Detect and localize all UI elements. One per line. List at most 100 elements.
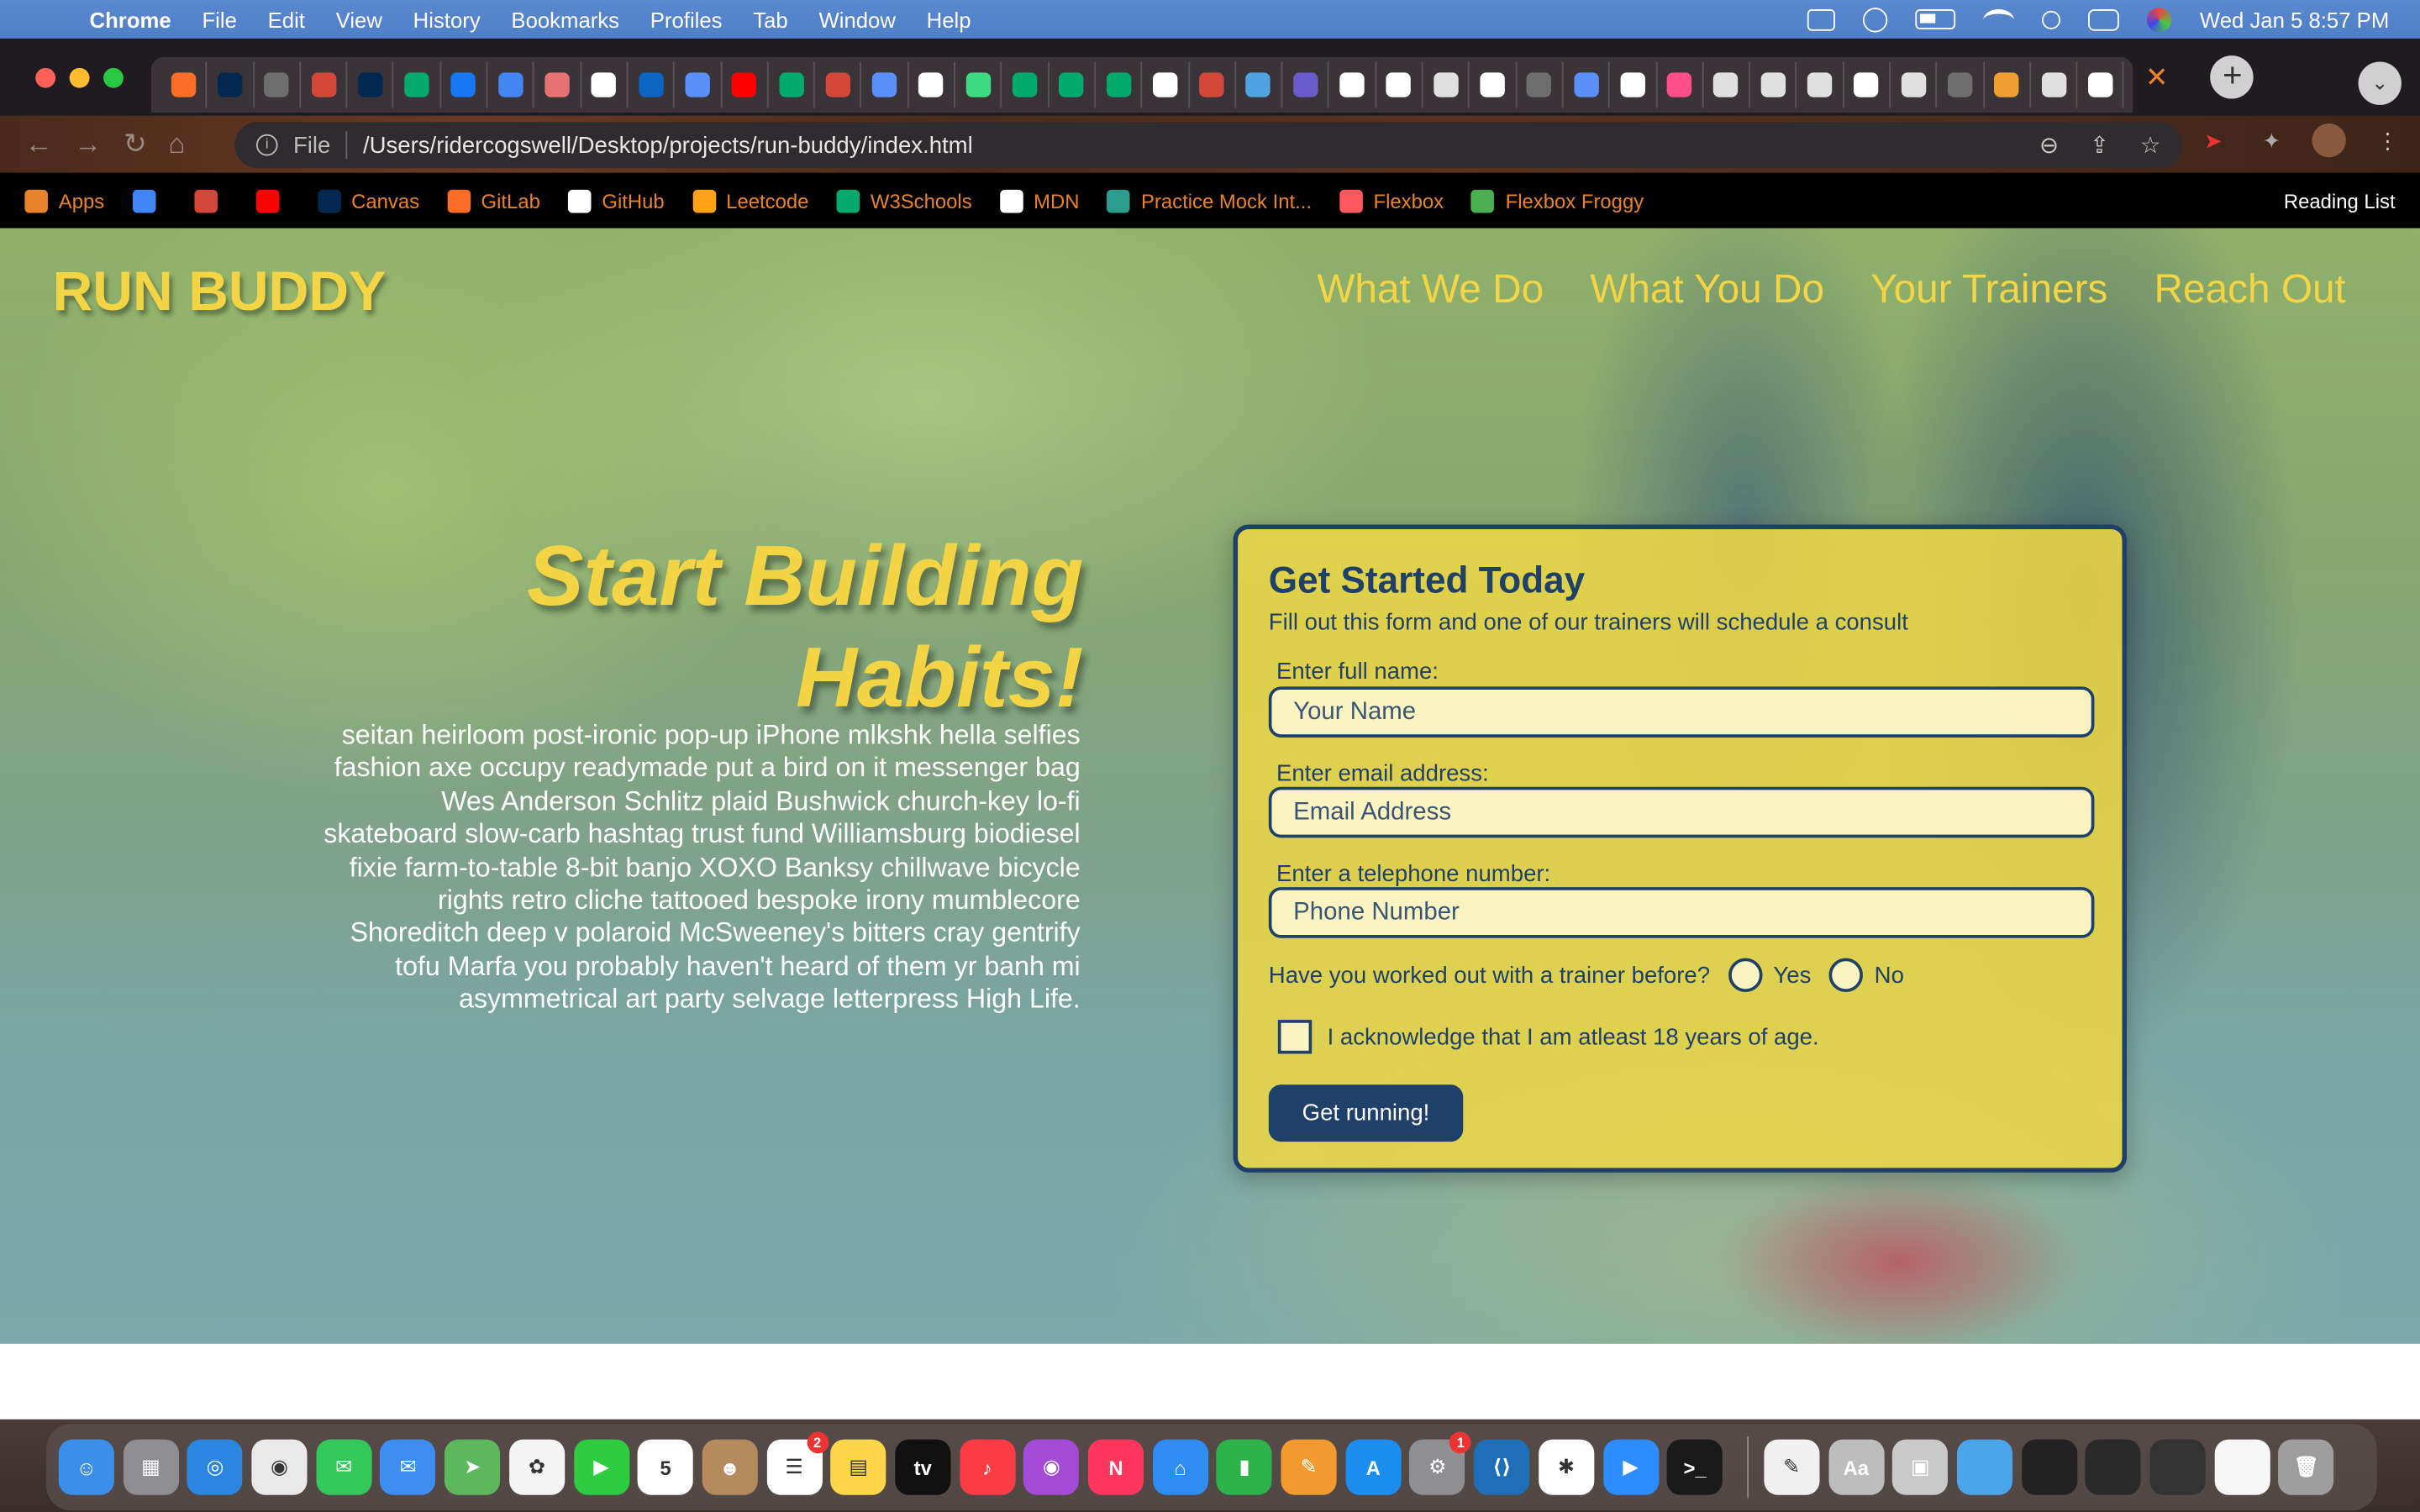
site-logo[interactable]: RUN BUDDY (52, 260, 386, 324)
bookmark-item[interactable]: Canvas (317, 188, 419, 213)
browser-tab[interactable] (675, 61, 722, 108)
spotlight-search-icon[interactable] (2042, 9, 2061, 29)
photos-icon[interactable]: ✿ (508, 1439, 565, 1495)
browser-tab[interactable] (534, 61, 581, 108)
trash-icon[interactable]: 🗑 (2278, 1439, 2334, 1495)
browser-tab[interactable] (1143, 61, 1190, 108)
maps-icon[interactable]: ➤ (445, 1439, 501, 1495)
wifi-icon[interactable] (1983, 8, 2015, 30)
finder-icon[interactable]: ☺ (58, 1439, 114, 1495)
new-tab-button[interactable]: + (2211, 55, 2254, 99)
bookmark-item[interactable]: Flexbox Froggy (1471, 188, 1644, 213)
keynote-icon[interactable]: ⌂ (1152, 1439, 1208, 1495)
app-store-icon[interactable]: A (1345, 1439, 1402, 1495)
font-book-icon[interactable]: Aa (1828, 1439, 1884, 1495)
site-info-icon[interactable]: i (255, 134, 278, 156)
extensions-puzzle-icon[interactable]: ✦ (2263, 128, 2281, 154)
tab-search-button[interactable]: ⌄ (2358, 61, 2402, 105)
menu-app-name[interactable]: Chrome (90, 7, 171, 31)
browser-tab[interactable] (208, 61, 255, 108)
bookmark-item[interactable] (255, 188, 289, 213)
downloads-folder-icon[interactable] (1956, 1439, 2012, 1495)
browser-tab[interactable] (441, 61, 488, 108)
safari-icon[interactable]: ◎ (187, 1439, 244, 1495)
close-window-button[interactable] (35, 66, 56, 87)
browser-tab[interactable] (1189, 61, 1236, 108)
messages-icon[interactable]: ✉ (316, 1439, 372, 1495)
browser-tab[interactable] (1984, 61, 2031, 108)
pages-icon[interactable]: ✎ (1281, 1439, 1337, 1495)
notes-icon[interactable]: ▤ (830, 1439, 886, 1495)
menu-window[interactable]: Window (818, 7, 895, 31)
browser-tab[interactable] (1049, 61, 1096, 108)
browser-tab[interactable] (348, 61, 395, 108)
trainer-yes-radio[interactable] (1728, 958, 1763, 993)
browser-tab[interactable] (1329, 61, 1376, 108)
minimize-window-button[interactable] (69, 66, 90, 87)
slack-icon[interactable]: ✱ (1538, 1439, 1594, 1495)
get-running-button[interactable]: Get running! (1268, 1084, 1464, 1142)
browser-tab[interactable] (1610, 61, 1657, 108)
reload-icon[interactable]: ↻ (124, 128, 147, 160)
mail-icon[interactable]: ✉ (380, 1439, 436, 1495)
browser-tab[interactable] (2031, 61, 2078, 108)
zoom-window-button[interactable] (103, 66, 124, 87)
browser-tab[interactable] (768, 61, 816, 108)
browser-tab[interactable] (160, 61, 208, 108)
control-center-icon[interactable] (2088, 8, 2120, 30)
age-ack-checkbox[interactable] (1277, 1020, 1313, 1054)
music-icon[interactable]: ♪ (959, 1439, 1015, 1495)
browser-tab[interactable] (815, 61, 862, 108)
minimized-window-3-icon[interactable] (2149, 1439, 2206, 1495)
browser-tab[interactable] (1423, 61, 1470, 108)
bookmark-item[interactable]: Leetcode (692, 188, 808, 213)
system-preferences-icon[interactable]: ⚙ 1 (1409, 1431, 1472, 1495)
bookmark-item[interactable]: Practice Mock Int... (1107, 188, 1312, 213)
preview-icon[interactable]: ▣ (1892, 1439, 1949, 1495)
chrome-icon[interactable]: ◉ (251, 1439, 308, 1495)
trainer-yes-label[interactable]: Yes (1773, 962, 1811, 988)
browser-tab[interactable] (1797, 61, 1844, 108)
zoom-icon[interactable]: ▶ (1602, 1439, 1659, 1495)
browser-tab[interactable] (628, 61, 676, 108)
forward-arrow-icon[interactable]: → (74, 128, 102, 160)
browser-tab[interactable] (1470, 61, 1517, 108)
battery-icon[interactable] (1915, 9, 1956, 29)
browser-tab[interactable] (394, 61, 441, 108)
browser-tab[interactable] (1236, 61, 1283, 108)
menu-profiles[interactable]: Profiles (650, 7, 723, 31)
profile-avatar[interactable] (2312, 123, 2346, 158)
back-arrow-icon[interactable]: ← (24, 128, 52, 160)
browser-tab[interactable] (722, 61, 769, 108)
browser-tab[interactable] (1096, 61, 1143, 108)
numbers-icon[interactable]: ▮ (1217, 1439, 1273, 1495)
menu-help[interactable]: Help (927, 7, 971, 31)
minimized-window-4-icon[interactable] (2214, 1439, 2270, 1495)
browser-tab[interactable] (1750, 61, 1797, 108)
browser-tab[interactable] (254, 61, 301, 108)
facetime-icon[interactable]: ▶ (573, 1439, 629, 1495)
launchpad-icon[interactable]: ▦ (123, 1439, 179, 1495)
terminal-icon[interactable]: >_ (1667, 1439, 1723, 1495)
browser-tab[interactable] (1563, 61, 1611, 108)
bookmark-star-icon[interactable]: ☆ (2140, 131, 2161, 159)
bookmark-item[interactable]: GitLab (447, 188, 540, 213)
apple-tv-icon[interactable]: tv (895, 1439, 951, 1495)
bookmark-item[interactable]: Flexbox (1339, 188, 1444, 213)
trainer-no-radio[interactable] (1829, 958, 1864, 993)
browser-tab[interactable] (1002, 61, 1050, 108)
url-text[interactable]: /Users/ridercogswell/Desktop/projects/ru… (363, 132, 973, 158)
browser-tab[interactable] (908, 61, 956, 108)
browser-tab[interactable] (2078, 61, 2125, 108)
close-tab-icon[interactable]: ✕ (2133, 61, 2180, 94)
bookmark-item[interactable]: GitHub (567, 188, 665, 213)
more-menu-icon[interactable]: ⋮ (2377, 128, 2399, 154)
browser-tab[interactable] (862, 61, 909, 108)
name-input[interactable] (1268, 686, 2095, 738)
age-ack-label[interactable]: I acknowledge that I am atleast 18 years… (1328, 1024, 1819, 1050)
news-icon[interactable]: N (1087, 1439, 1144, 1495)
phone-input[interactable] (1268, 887, 2095, 938)
zoom-out-icon[interactable]: ⊖ (2039, 131, 2059, 159)
calendar-icon[interactable]: 5 (637, 1439, 694, 1495)
home-icon[interactable]: ⌂ (168, 128, 185, 160)
